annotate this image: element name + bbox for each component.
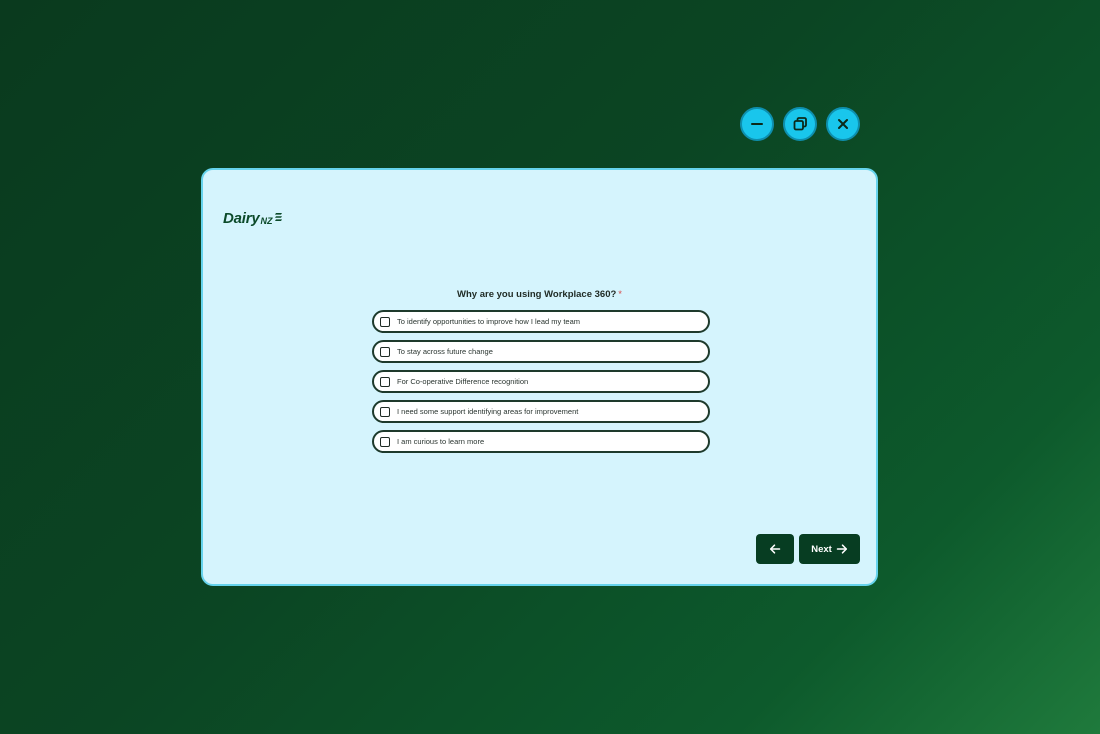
survey-panel: Dairy NZ Why are you using Workplace 360… bbox=[201, 168, 878, 586]
option-support-improvement[interactable]: I need some support identifying areas fo… bbox=[372, 400, 710, 423]
close-button[interactable] bbox=[826, 107, 860, 141]
question-text: Why are you using Workplace 360? bbox=[457, 289, 617, 300]
next-button[interactable]: Next bbox=[799, 534, 860, 564]
checkbox[interactable] bbox=[380, 316, 390, 327]
logo-suffix: NZ bbox=[260, 216, 273, 226]
window-controls bbox=[740, 107, 860, 141]
minus-icon bbox=[751, 123, 763, 125]
option-label: I need some support identifying areas fo… bbox=[397, 407, 579, 416]
logo-text: Dairy bbox=[223, 210, 260, 227]
option-label: To stay across future change bbox=[397, 347, 493, 356]
arrow-right-icon bbox=[836, 544, 847, 554]
option-curious[interactable]: I am curious to learn more bbox=[372, 430, 710, 453]
question-heading: Why are you using Workplace 360? * bbox=[203, 289, 876, 300]
dairynz-logo: Dairy NZ bbox=[223, 210, 283, 227]
required-marker: * bbox=[618, 289, 622, 300]
checkbox[interactable] bbox=[380, 376, 390, 387]
navigation-buttons: Next bbox=[756, 534, 860, 564]
logo-mark-icon bbox=[274, 213, 282, 221]
options-list: To identify opportunities to improve how… bbox=[372, 310, 710, 460]
checkbox[interactable] bbox=[380, 346, 390, 357]
next-label: Next bbox=[811, 543, 832, 555]
minimize-button[interactable] bbox=[740, 107, 774, 141]
option-label: I am curious to learn more bbox=[397, 437, 485, 446]
arrow-left-icon bbox=[769, 544, 781, 554]
option-future-change[interactable]: To stay across future change bbox=[372, 340, 710, 363]
option-lead-team[interactable]: To identify opportunities to improve how… bbox=[372, 310, 710, 333]
close-icon bbox=[838, 119, 848, 129]
checkbox[interactable] bbox=[380, 436, 390, 447]
option-cooperative-difference[interactable]: For Co-operative Difference recognition bbox=[372, 370, 710, 393]
checkbox[interactable] bbox=[380, 406, 390, 417]
restore-icon bbox=[793, 117, 807, 131]
option-label: For Co-operative Difference recognition bbox=[397, 377, 529, 386]
back-button[interactable] bbox=[756, 534, 794, 564]
option-label: To identify opportunities to improve how… bbox=[397, 317, 581, 326]
restore-button[interactable] bbox=[783, 107, 817, 141]
